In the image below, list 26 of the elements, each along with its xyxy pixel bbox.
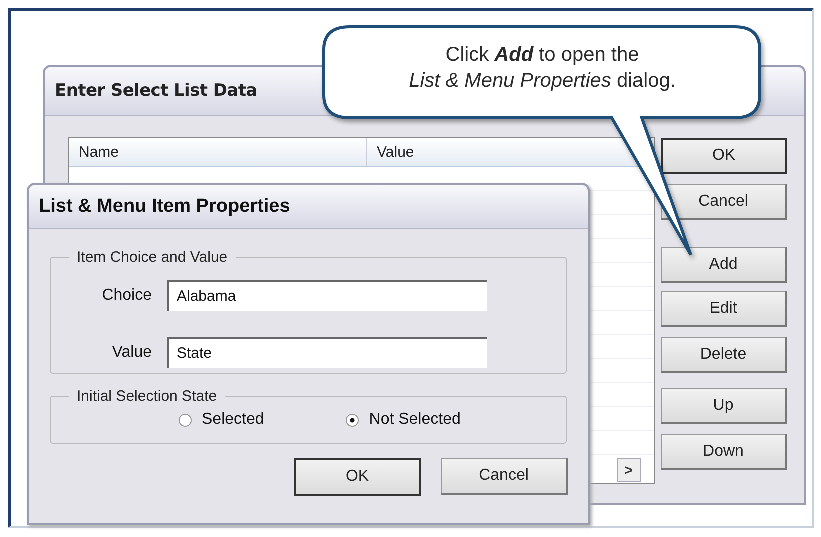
dialog-button[interactable]: Down — [661, 434, 787, 470]
scroll-right-button[interactable]: > — [617, 458, 641, 482]
column-header[interactable]: Name — [69, 138, 367, 166]
field-label: Value — [111, 344, 153, 362]
dialog-button[interactable]: Edit — [661, 291, 787, 327]
input-field[interactable]: State — [167, 337, 487, 368]
dialog-button[interactable]: Cancel — [441, 458, 568, 495]
dialog-button[interactable]: Up — [661, 388, 787, 424]
group-label: Item Choice and Value — [76, 249, 229, 266]
field-label: Choice — [101, 286, 153, 304]
callout-text: List & Menu Properties dialog. — [408, 69, 677, 94]
column-header[interactable]: Value — [367, 138, 424, 166]
input-field[interactable]: Alabama — [167, 280, 487, 311]
dialog-button[interactable]: Add — [661, 247, 787, 283]
callout-text: Click Add to open the — [444, 43, 640, 68]
dialog-button[interactable]: Delete — [661, 337, 787, 373]
dialog-button[interactable]: OK — [661, 138, 787, 174]
radio-label: Selected — [202, 411, 264, 429]
group-label: Initial Selection State — [76, 388, 218, 405]
dialog-button[interactable]: OK — [294, 458, 421, 496]
dialog-title: Enter Select List Data — [55, 81, 258, 101]
dialog-button[interactable]: Cancel — [661, 184, 787, 220]
radio-button[interactable] — [346, 414, 360, 426]
radio-label: Not Selected — [369, 411, 461, 429]
radio-button[interactable] — [179, 414, 192, 426]
dialog-title: List & Menu Item Properties — [39, 196, 290, 218]
